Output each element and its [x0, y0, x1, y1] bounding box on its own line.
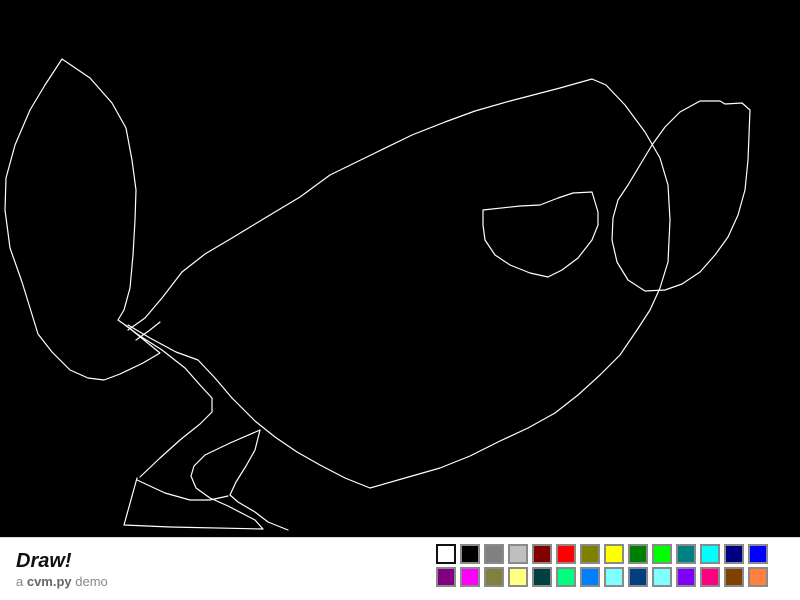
stroke-neck-cross [124, 321, 213, 478]
color-swatch[interactable] [700, 567, 720, 587]
draw-app: Draw! a cvm.py demo [0, 0, 800, 600]
color-swatch[interactable] [508, 544, 528, 564]
app-title: Draw! [16, 550, 72, 572]
color-swatch[interactable] [436, 567, 456, 587]
color-swatch[interactable] [628, 567, 648, 587]
color-swatch[interactable] [532, 544, 552, 564]
stroke-lower-leg-inner [136, 479, 229, 501]
color-swatch[interactable] [748, 567, 768, 587]
color-swatch[interactable] [580, 544, 600, 564]
color-swatch[interactable] [676, 567, 696, 587]
subtitle-suffix: demo [71, 574, 108, 589]
color-swatch[interactable] [604, 544, 624, 564]
color-swatch[interactable] [556, 544, 576, 564]
color-swatch[interactable] [652, 567, 672, 587]
drawing-canvas[interactable] [0, 0, 800, 537]
color-swatch[interactable] [604, 567, 624, 587]
color-swatch[interactable] [460, 567, 480, 587]
app-subtitle: a cvm.py demo [16, 574, 108, 590]
bottom-toolbar: Draw! a cvm.py demo [0, 537, 800, 600]
color-swatch[interactable] [700, 544, 720, 564]
color-swatch[interactable] [724, 544, 744, 564]
color-swatch[interactable] [652, 544, 672, 564]
color-swatch[interactable] [460, 544, 480, 564]
stroke-right-ear [611, 100, 751, 292]
color-swatch[interactable] [508, 567, 528, 587]
stroke-left-ear [4, 58, 161, 381]
color-palette [436, 544, 772, 587]
color-swatch[interactable] [484, 567, 504, 587]
stroke-eye [482, 191, 599, 278]
color-swatch[interactable] [748, 544, 768, 564]
drawing-surface[interactable] [0, 0, 800, 537]
color-swatch[interactable] [532, 567, 552, 587]
stroke-body-outline [127, 78, 671, 489]
color-swatch[interactable] [436, 544, 456, 564]
color-swatch[interactable] [484, 544, 504, 564]
color-swatch[interactable] [556, 567, 576, 587]
stroke-lower-leg [123, 429, 289, 531]
subtitle-prefix: a [16, 574, 27, 589]
color-swatch[interactable] [628, 544, 648, 564]
color-swatch[interactable] [676, 544, 696, 564]
subtitle-brand: cvm.py [26, 574, 72, 589]
color-swatch[interactable] [580, 567, 600, 587]
color-swatch[interactable] [724, 567, 744, 587]
